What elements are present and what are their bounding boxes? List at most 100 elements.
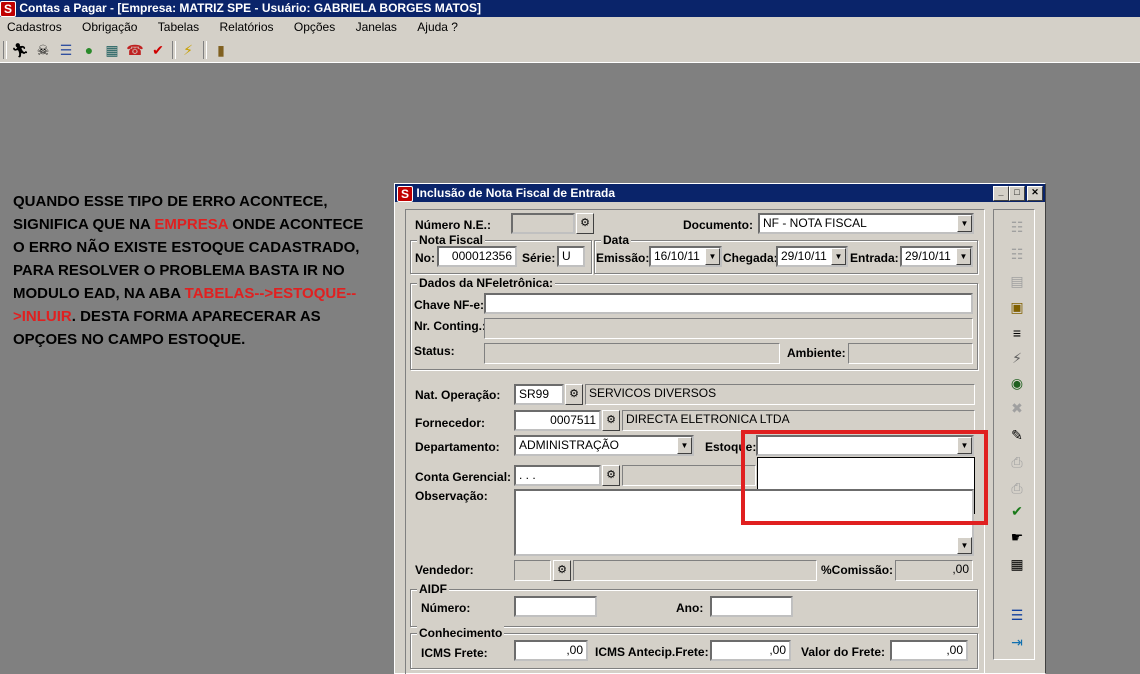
icms-frete-field[interactable]: ,00: [514, 640, 588, 661]
departamento-select[interactable]: ADMINISTRAÇÃO ▼: [514, 435, 694, 456]
dialog-title-bar: S Inclusão de Nota Fiscal de Entrada _ □…: [395, 184, 1045, 202]
list-add-icon[interactable]: ☰: [1005, 604, 1029, 627]
chevron-down-icon[interactable]: ▼: [677, 437, 692, 454]
menu-tabelas[interactable]: Tabelas: [158, 20, 199, 34]
icms-frete-label: ICMS Frete:: [421, 646, 488, 660]
money-icon[interactable]: ◉: [1005, 372, 1029, 395]
menu-ajuda[interactable]: Ajuda ?: [417, 20, 458, 34]
nat-operacao-desc: SERVICOS DIVERSOS: [585, 384, 975, 405]
menu-opcoes[interactable]: Opções: [294, 20, 335, 34]
print-icon[interactable]: ⎙: [1005, 451, 1029, 474]
confirm-icon[interactable]: ✔: [1005, 500, 1029, 523]
money-bag-icon[interactable]: ●: [80, 41, 98, 59]
comissao-label: %Comissão:: [821, 563, 894, 577]
fornecedor-code[interactable]: 0007511: [514, 410, 601, 431]
observacao-label: Observação:: [415, 489, 488, 503]
menu-cadastros[interactable]: Cadastros: [7, 20, 62, 34]
departamento-label: Departamento:: [415, 440, 500, 454]
menu-obrigacao[interactable]: Obrigação: [82, 20, 137, 34]
chegada-date[interactable]: 29/10/11 ▼: [776, 246, 848, 267]
nfe-group-title: Dados da NFeletrônica:: [417, 276, 556, 290]
close-button[interactable]: ✕: [1027, 186, 1043, 201]
chegada-value: 29/10/11: [781, 249, 827, 263]
hand-icon[interactable]: ☛: [1005, 526, 1029, 549]
data-group-title: Data: [601, 233, 632, 247]
menu-bar: Cadastros Obrigação Tabelas Relatórios O…: [0, 17, 1140, 37]
aidf-ano-field[interactable]: [710, 596, 793, 617]
note-highlight-empresa: EMPRESA: [154, 216, 229, 233]
maximize-button[interactable]: □: [1009, 186, 1025, 201]
chevron-down-icon[interactable]: ▼: [957, 215, 972, 232]
entrada-date[interactable]: 29/10/11 ▼: [900, 246, 973, 267]
align-icon[interactable]: ≡: [1005, 322, 1029, 345]
vendedor-name: [573, 560, 817, 581]
app-logo-icon: S: [0, 0, 16, 17]
minimize-button[interactable]: _: [993, 186, 1009, 201]
conta-gerencial-desc: [622, 465, 756, 486]
exit-icon[interactable]: ⇥: [1005, 631, 1029, 654]
numero-ne-field[interactable]: [511, 213, 575, 234]
annotation-note: QUANDO ESSE TIPO DE ERRO ACONTECE, SIGNI…: [13, 190, 373, 351]
nat-operacao-code[interactable]: SR99: [514, 384, 564, 405]
nr-conting-field: [484, 318, 973, 339]
bomb-icon[interactable]: ☠: [34, 41, 52, 59]
emissao-label: Emissão:: [596, 251, 650, 265]
printer-icon[interactable]: ☰: [57, 41, 75, 59]
app-title-bar: S Contas a Pagar - [Empresa: MATRIZ SPE …: [0, 0, 1140, 17]
lightning-icon[interactable]: ⚡︎: [179, 41, 197, 59]
calculator-icon[interactable]: ▦: [103, 41, 121, 59]
toolbar-separator: [203, 41, 207, 59]
vendedor-label: Vendedor:: [415, 563, 474, 577]
menu-janelas[interactable]: Janelas: [356, 20, 397, 34]
chevron-down-icon[interactable]: ▼: [831, 248, 846, 265]
conta-gerencial-label: Conta Gerencial:: [415, 470, 512, 484]
new-record-icon[interactable]: ☷: [1005, 216, 1029, 239]
conta-gerencial-field[interactable]: . . .: [514, 465, 601, 486]
view-record-icon[interactable]: ▤: [1005, 270, 1029, 293]
dialog-title: Inclusão de Nota Fiscal de Entrada: [416, 186, 616, 200]
valor-frete-field[interactable]: ,00: [890, 640, 968, 661]
no-field[interactable]: 000012356: [437, 246, 517, 267]
nota-fiscal-group-title: Nota Fiscal: [417, 233, 486, 247]
fornecedor-lookup-button[interactable]: ⚙: [602, 410, 620, 431]
serie-field[interactable]: U: [557, 246, 585, 267]
chave-nfe-field[interactable]: [484, 293, 973, 314]
edit-record-icon[interactable]: ☷: [1005, 243, 1029, 266]
print-preview-icon[interactable]: ⎙: [1005, 477, 1029, 500]
exit-door-icon[interactable]: ▮: [212, 41, 230, 59]
chevron-down-icon[interactable]: ▼: [956, 248, 971, 265]
chevron-down-icon[interactable]: ▼: [705, 248, 720, 265]
calendar-icon[interactable]: ▦: [1005, 553, 1029, 576]
emissao-date[interactable]: 16/10/11 ▼: [649, 246, 722, 267]
conhecimento-group-title: Conhecimento: [417, 626, 505, 640]
comissao-field: ,00: [895, 560, 973, 581]
documento-select[interactable]: NF - NOTA FISCAL ▼: [758, 213, 974, 234]
aidf-numero-field[interactable]: [514, 596, 597, 617]
conta-gerencial-lookup-button[interactable]: ⚙: [602, 465, 620, 486]
check-icon[interactable]: ✔: [149, 41, 167, 59]
app-title: Contas a Pagar - [Empresa: MATRIZ SPE - …: [19, 1, 481, 15]
phone-icon[interactable]: ☎: [126, 41, 144, 59]
icms-antecip-label: ICMS Antecip.Frete:: [595, 645, 709, 659]
numero-ne-label: Número N.E.:: [415, 218, 492, 232]
fornecedor-label: Fornecedor:: [415, 416, 486, 430]
valor-frete-label: Valor do Frete:: [801, 645, 886, 659]
scroll-down-icon[interactable]: ▼: [957, 537, 972, 554]
lightning-icon[interactable]: ⚡︎: [1005, 347, 1029, 370]
database-icon[interactable]: ▣: [1005, 296, 1029, 319]
fornecedor-name: DIRECTA ELETRONICA LTDA: [622, 410, 975, 431]
menu-relatorios[interactable]: Relatórios: [219, 20, 273, 34]
ambiente-label: Ambiente:: [787, 346, 846, 360]
run-icon[interactable]: 🏃︎: [11, 41, 29, 59]
numero-ne-lookup-button[interactable]: ⚙: [576, 213, 594, 234]
status-label: Status:: [414, 344, 455, 358]
nat-operacao-lookup-button[interactable]: ⚙: [565, 384, 583, 405]
dialog-logo-icon: S: [397, 185, 413, 202]
documento-value: NF - NOTA FISCAL: [763, 216, 867, 230]
stamp-icon[interactable]: ✎: [1005, 424, 1029, 447]
emissao-value: 16/10/11: [654, 249, 700, 263]
icms-antecip-field[interactable]: ,00: [710, 640, 791, 661]
chave-nfe-label: Chave NF-e:: [414, 298, 485, 312]
vendedor-lookup-button[interactable]: ⚙: [553, 560, 571, 581]
trash-icon[interactable]: ✖: [1005, 397, 1029, 420]
